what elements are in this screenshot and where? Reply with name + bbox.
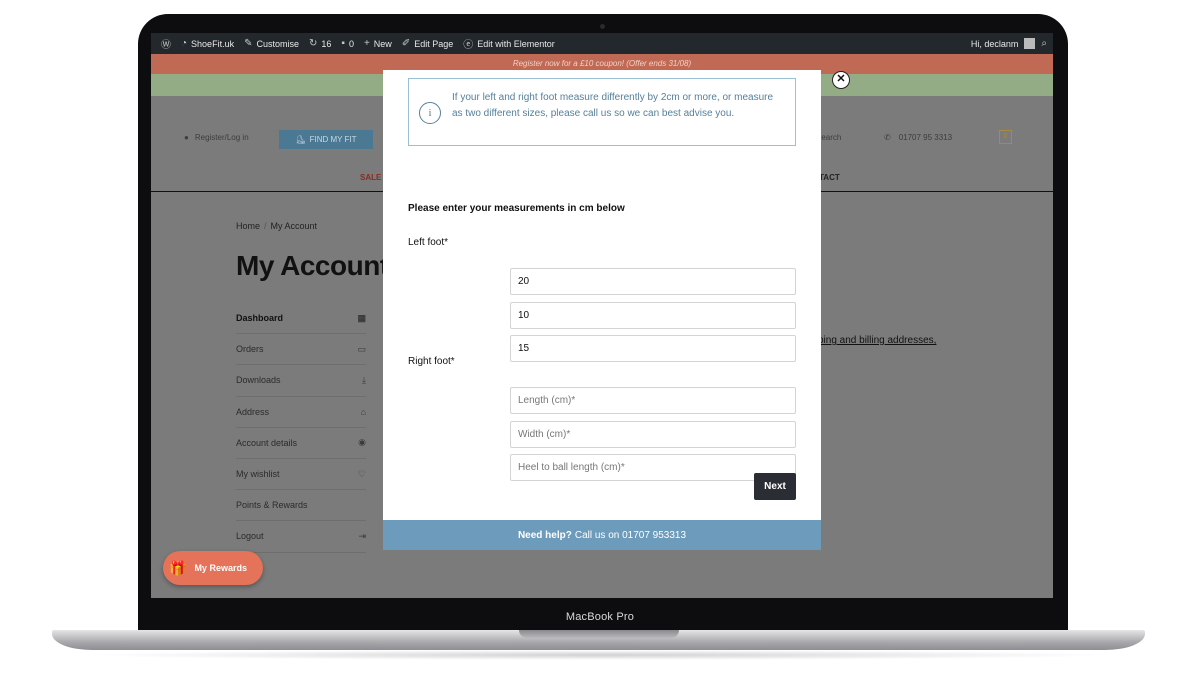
account-nav-label: Orders [236, 344, 264, 355]
comment-icon: ▪ [341, 38, 345, 49]
help-bold: Need help? [517, 529, 572, 541]
download-icon: ⤓ [362, 374, 366, 385]
breadcrumb-current: My Account [270, 221, 318, 231]
stage: Ⓦ ◔ ShoeFit.uk ✎ Customise ↻ 16 ▪ 0 + Ne… [0, 0, 1200, 675]
left-heel-to-ball-field[interactable] [510, 335, 796, 362]
right-foot-label: Right foot* [408, 356, 455, 367]
account-nav-label: My wishlist [236, 469, 280, 480]
updates-icon: ↻ [308, 38, 318, 49]
next-button[interactable]: Next [754, 473, 796, 500]
account-nav-label: Account details [236, 437, 298, 448]
measurement-modal: i If your left and right foot measure di… [383, 70, 821, 550]
admin-updates-count: 16 [321, 38, 332, 49]
left-width-field[interactable] [510, 302, 796, 329]
dashboard-icon: ▦ [357, 312, 366, 323]
cart-count: 0 [1003, 133, 1008, 140]
cart-icon[interactable]: 0 [999, 130, 1012, 144]
admin-comments-link[interactable]: ▪ 0 [341, 38, 354, 49]
heart-icon: ♡ [357, 468, 366, 479]
admin-customise-label: Customise [256, 38, 299, 49]
info-notice: i If your left and right foot measure di… [408, 78, 796, 146]
user-circle-icon: ◉ [358, 437, 366, 448]
account-nav-logout[interactable]: Logout ⇥ [236, 521, 366, 553]
account-nav-label: Logout [236, 531, 264, 542]
phone-icon: ✆ [884, 133, 891, 142]
laptop-shadow [80, 650, 1120, 660]
my-rewards-label: My Rewards [194, 563, 247, 573]
search-icon[interactable]: ⌕ [1041, 38, 1047, 49]
info-icon: i [419, 102, 441, 124]
admin-elementor-label: Edit with Elementor [477, 38, 555, 49]
admin-new-link[interactable]: + New [364, 38, 392, 49]
header-phone-number: 01707 95 3313 [898, 133, 953, 142]
page-title: My Account [236, 250, 389, 281]
admin-updates-link[interactable]: ↻ 16 [309, 38, 331, 49]
breadcrumb: Home / My Account [236, 221, 317, 231]
wordpress-logo-icon[interactable]: Ⓦ [161, 36, 171, 51]
admin-greeting[interactable]: Hi, declanm [971, 39, 1019, 49]
instruction-text: Please enter your measurements in cm bel… [408, 203, 625, 214]
admin-edit-page-label: Edit Page [414, 38, 454, 49]
camera [600, 24, 605, 29]
my-rewards-button[interactable]: 🎁 My Rewards [163, 551, 263, 585]
plus-icon: + [363, 38, 370, 49]
right-length-field[interactable] [510, 387, 796, 414]
account-nav-downloads[interactable]: Downloads ⤓ [236, 365, 366, 397]
avatar[interactable] [1024, 38, 1036, 49]
nav-item-contact[interactable]: TACT [819, 173, 840, 182]
home-icon: ⌂ [360, 406, 366, 417]
brush-icon: ✎ [244, 38, 253, 49]
pencil-icon: ✐ [401, 38, 411, 49]
find-my-fit-label: FIND MY FIT [309, 135, 357, 144]
breadcrumb-separator: / [264, 221, 267, 231]
account-nav-label: Points & Rewards [236, 500, 308, 511]
account-nav-address[interactable]: Address ⌂ [236, 397, 366, 428]
admin-edit-page-link[interactable]: ✐ Edit Page [402, 38, 453, 49]
account-nav-wishlist[interactable]: My wishlist ♡ [236, 459, 366, 491]
laptop-notch [519, 630, 679, 638]
account-nav: Dashboard ▦ Orders ▭ Downloads ⤓ Address… [236, 303, 366, 553]
clipboard-icon: ▭ [357, 343, 366, 354]
account-nav-orders[interactable]: Orders ▭ [236, 334, 366, 366]
breadcrumb-home[interactable]: Home [236, 221, 260, 231]
info-text: If your left and right foot measure diff… [452, 92, 774, 119]
admin-customise-link[interactable]: ✎ Customise [244, 38, 299, 49]
account-nav-points-rewards[interactable]: Points & Rewards [236, 490, 366, 522]
account-nav-account-details[interactable]: Account details ◉ [236, 428, 366, 459]
right-width-field[interactable] [510, 421, 796, 448]
dashboard-icon: ◔ [181, 38, 188, 49]
admin-new-label: New [373, 38, 392, 49]
admin-elementor-link[interactable]: ⓔ Edit with Elementor [463, 36, 555, 52]
find-my-fit-button[interactable]: ⛸ FIND MY FIT [279, 130, 373, 149]
register-login-link[interactable]: ● Register/Log in [184, 133, 249, 142]
account-nav-dashboard[interactable]: Dashboard ▦ [236, 303, 366, 335]
elementor-icon: ⓔ [463, 40, 474, 51]
addresses-link[interactable]: ping and billing addresses, [818, 335, 936, 346]
user-icon: ● [184, 133, 189, 142]
screen: Ⓦ ◔ ShoeFit.uk ✎ Customise ↻ 16 ▪ 0 + Ne… [151, 33, 1053, 598]
help-text[interactable]: Call us on 01707 953313 [575, 530, 686, 541]
close-icon[interactable]: ✕ [832, 71, 850, 89]
account-nav-label: Downloads [236, 375, 281, 386]
admin-comments-count: 0 [348, 38, 354, 49]
account-nav-label: Dashboard [236, 313, 284, 324]
shoe-icon: ⛸ [295, 135, 306, 144]
header-phone[interactable]: ✆ 01707 95 3313 [884, 133, 952, 142]
device-label: MacBook Pro [565, 611, 635, 623]
account-nav-label: Address [236, 406, 270, 417]
left-foot-label: Left foot* [408, 237, 449, 248]
admin-site-label: ShoeFit.uk [191, 38, 235, 49]
logout-icon: ⇥ [358, 530, 366, 541]
admin-site-link[interactable]: ◔ ShoeFit.uk [181, 38, 234, 49]
admin-bar: Ⓦ ◔ ShoeFit.uk ✎ Customise ↻ 16 ▪ 0 + Ne… [151, 33, 1053, 54]
nav-item-sale[interactable]: SALE [360, 173, 381, 182]
left-length-field[interactable] [510, 268, 796, 295]
gift-icon: 🎁 [169, 559, 187, 576]
register-login-label: Register/Log in [194, 133, 249, 142]
help-bar: Need help? Call us on 01707 953313 [383, 520, 821, 550]
